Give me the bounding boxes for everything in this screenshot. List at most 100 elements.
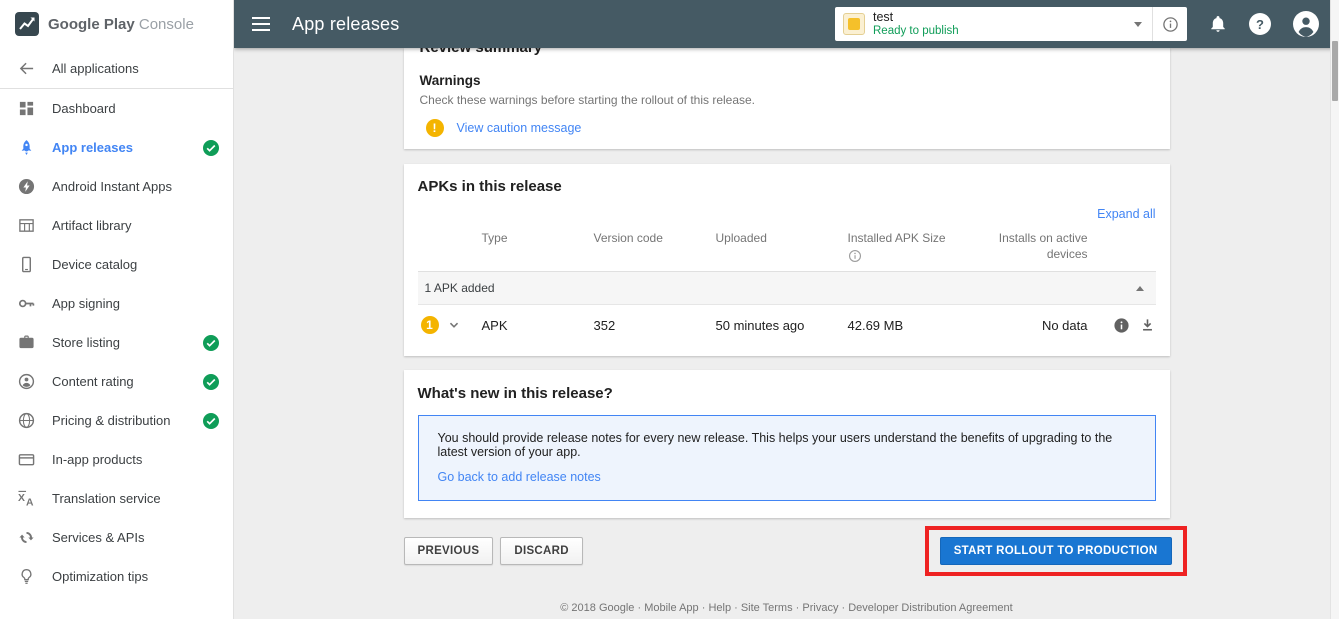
menu-icon[interactable] (252, 17, 270, 31)
action-bar: PREVIOUS DISCARD START ROLLOUT TO PRODUC… (403, 526, 1187, 576)
app-icon (843, 13, 865, 35)
page-title: App releases (292, 13, 400, 34)
app-selector-text: test Ready to publish (873, 10, 1124, 38)
sidebar-item-pricing-distribution[interactable]: Pricing & distribution (0, 401, 233, 440)
back-arrow-icon (17, 59, 35, 77)
sidebar-item-all-applications[interactable]: All applications (0, 48, 233, 88)
sidebar-item-content-rating[interactable]: Content rating (0, 362, 233, 401)
apk-size-cell: 42.69 MB (847, 317, 904, 333)
content: Review summary Warnings Check these warn… (234, 48, 1339, 619)
discard-button[interactable]: DISCARD (500, 537, 583, 565)
sidebar-item-app-signing[interactable]: App signing (0, 284, 233, 323)
start-rollout-button[interactable]: START ROLLOUT TO PRODUCTION (939, 537, 1172, 565)
review-summary-title: Review summary (420, 48, 1154, 57)
whats-new-card: What's new in this release? You should p… (403, 370, 1170, 518)
apk-type-cell: APK (481, 317, 508, 333)
device-catalog-icon (17, 256, 35, 274)
completed-check-icon (203, 139, 219, 156)
sidebar-item-device-catalog[interactable]: Device catalog (0, 245, 233, 284)
sync-icon (17, 529, 35, 547)
apk-uploaded-cell: 50 minutes ago (715, 317, 805, 333)
sidebar-item-in-app-products[interactable]: In-app products (0, 440, 233, 479)
lightbulb-icon (17, 568, 35, 586)
topbar: App releases test Ready to publish ? (234, 0, 1339, 48)
caution-row: ! View caution message (420, 119, 1154, 137)
main-area: App releases test Ready to publish ? War… (234, 0, 1339, 619)
selected-app-name: test (873, 10, 894, 25)
size-info-icon[interactable] (848, 249, 996, 263)
scrollbar-thumb[interactable] (1332, 41, 1338, 101)
footer-link-help[interactable]: Help (708, 602, 731, 614)
apk-table-row: 1 APK 352 50 minutes ago 42.69 MB No dat… (418, 305, 1156, 346)
completed-check-icon (203, 412, 219, 429)
sidebar-item-translation-service[interactable]: XA Translation service (0, 479, 233, 518)
globe-icon (17, 412, 35, 430)
footer-link-site-terms[interactable]: Site Terms (741, 602, 793, 614)
whats-new-title: What's new in this release? (417, 385, 613, 402)
app-info-icon[interactable] (1153, 7, 1187, 41)
apk-group-label: 1 APK added (424, 281, 495, 295)
play-console-logo-icon (14, 11, 40, 37)
add-release-notes-link[interactable]: Go back to add release notes (438, 470, 601, 484)
red-highlight-annotation: START ROLLOUT TO PRODUCTION (924, 526, 1187, 576)
store-listing-icon (17, 334, 35, 352)
sidebar-item-optimization-tips[interactable]: Optimization tips (0, 557, 233, 596)
instant-apps-icon (17, 178, 35, 196)
column-installs-active-devices: Installs on active devices (998, 231, 1088, 261)
svg-text:A: A (26, 498, 34, 507)
apk-group-row[interactable]: 1 APK added (417, 272, 1156, 305)
apk-version-cell: 352 (593, 317, 616, 333)
translate-icon: XA (17, 490, 35, 508)
wallet-icon (17, 451, 35, 469)
key-icon (17, 295, 35, 313)
download-apk-icon[interactable] (1139, 317, 1156, 334)
release-notes-message: You should provide release notes for eve… (437, 431, 1113, 459)
collapse-arrow-icon (1135, 285, 1144, 291)
apk-number-badge: 1 (420, 316, 439, 334)
sidebar-item-artifact-library[interactable]: Artifact library (0, 206, 233, 245)
previous-button[interactable]: PREVIOUS (403, 537, 494, 565)
release-notes-callout: You should provide release notes for eve… (417, 415, 1156, 501)
expand-row-chevron-icon[interactable] (446, 317, 462, 333)
sidebar-item-app-releases[interactable]: App releases (0, 128, 233, 167)
avatar[interactable] (1293, 11, 1319, 37)
sidebar-item-dashboard[interactable]: Dashboard (0, 89, 233, 128)
review-summary-card: Review summary Warnings Check these warn… (403, 48, 1170, 149)
app-releases-icon (17, 139, 35, 157)
column-type: Type (481, 231, 508, 245)
sidebar-item-store-listing[interactable]: Store listing (0, 323, 233, 362)
footer: © 2018 Google · Mobile App · Help · Site… (560, 602, 1013, 614)
warning-badge-icon: ! (425, 119, 444, 137)
dashboard-icon (17, 100, 35, 118)
footer-link-mobile-app[interactable]: Mobile App (644, 602, 698, 614)
footer-link-dda[interactable]: Developer Distribution Agreement (848, 602, 1012, 614)
apk-details-info-icon[interactable] (1113, 317, 1130, 334)
sidebar-item-android-instant-apps[interactable]: Android Instant Apps (0, 167, 233, 206)
play-console-window: Google Play Console All applications Das… (0, 0, 1339, 619)
sidebar: Google Play Console All applications Das… (0, 0, 234, 619)
column-uploaded: Uploaded (715, 231, 767, 245)
content-rating-icon (17, 373, 35, 391)
expand-all-link[interactable]: Expand all (1097, 207, 1155, 221)
column-installed-apk-size: Installed APK Size (848, 231, 996, 263)
help-icon[interactable]: ? (1249, 13, 1271, 35)
completed-check-icon (203, 373, 219, 390)
view-caution-link[interactable]: View caution message (457, 121, 582, 135)
vertical-scrollbar[interactable] (1330, 0, 1339, 619)
app-status: Ready to publish (873, 24, 959, 37)
completed-check-icon (203, 334, 219, 351)
apk-installs-cell: No data (1041, 317, 1088, 333)
svg-text:X: X (18, 493, 25, 504)
column-version-code: Version code (593, 231, 663, 245)
apks-card-title: APKs in this release (417, 178, 562, 195)
artifact-library-icon (17, 217, 35, 235)
notifications-bell-icon[interactable] (1209, 15, 1227, 33)
footer-link-privacy[interactable]: Privacy (802, 602, 838, 614)
apks-table-header: Type Version code Uploaded Installed APK… (417, 221, 1156, 272)
sidebar-item-services-apis[interactable]: Services & APIs (0, 518, 233, 557)
apks-card: APKs in this release Expand all Type Ver… (403, 164, 1170, 356)
copyright-text: © 2018 Google (560, 602, 635, 614)
chevron-down-icon[interactable] (1134, 21, 1142, 27)
play-console-logo[interactable]: Google Play Console (0, 0, 233, 48)
app-selector[interactable]: test Ready to publish (835, 7, 1187, 41)
